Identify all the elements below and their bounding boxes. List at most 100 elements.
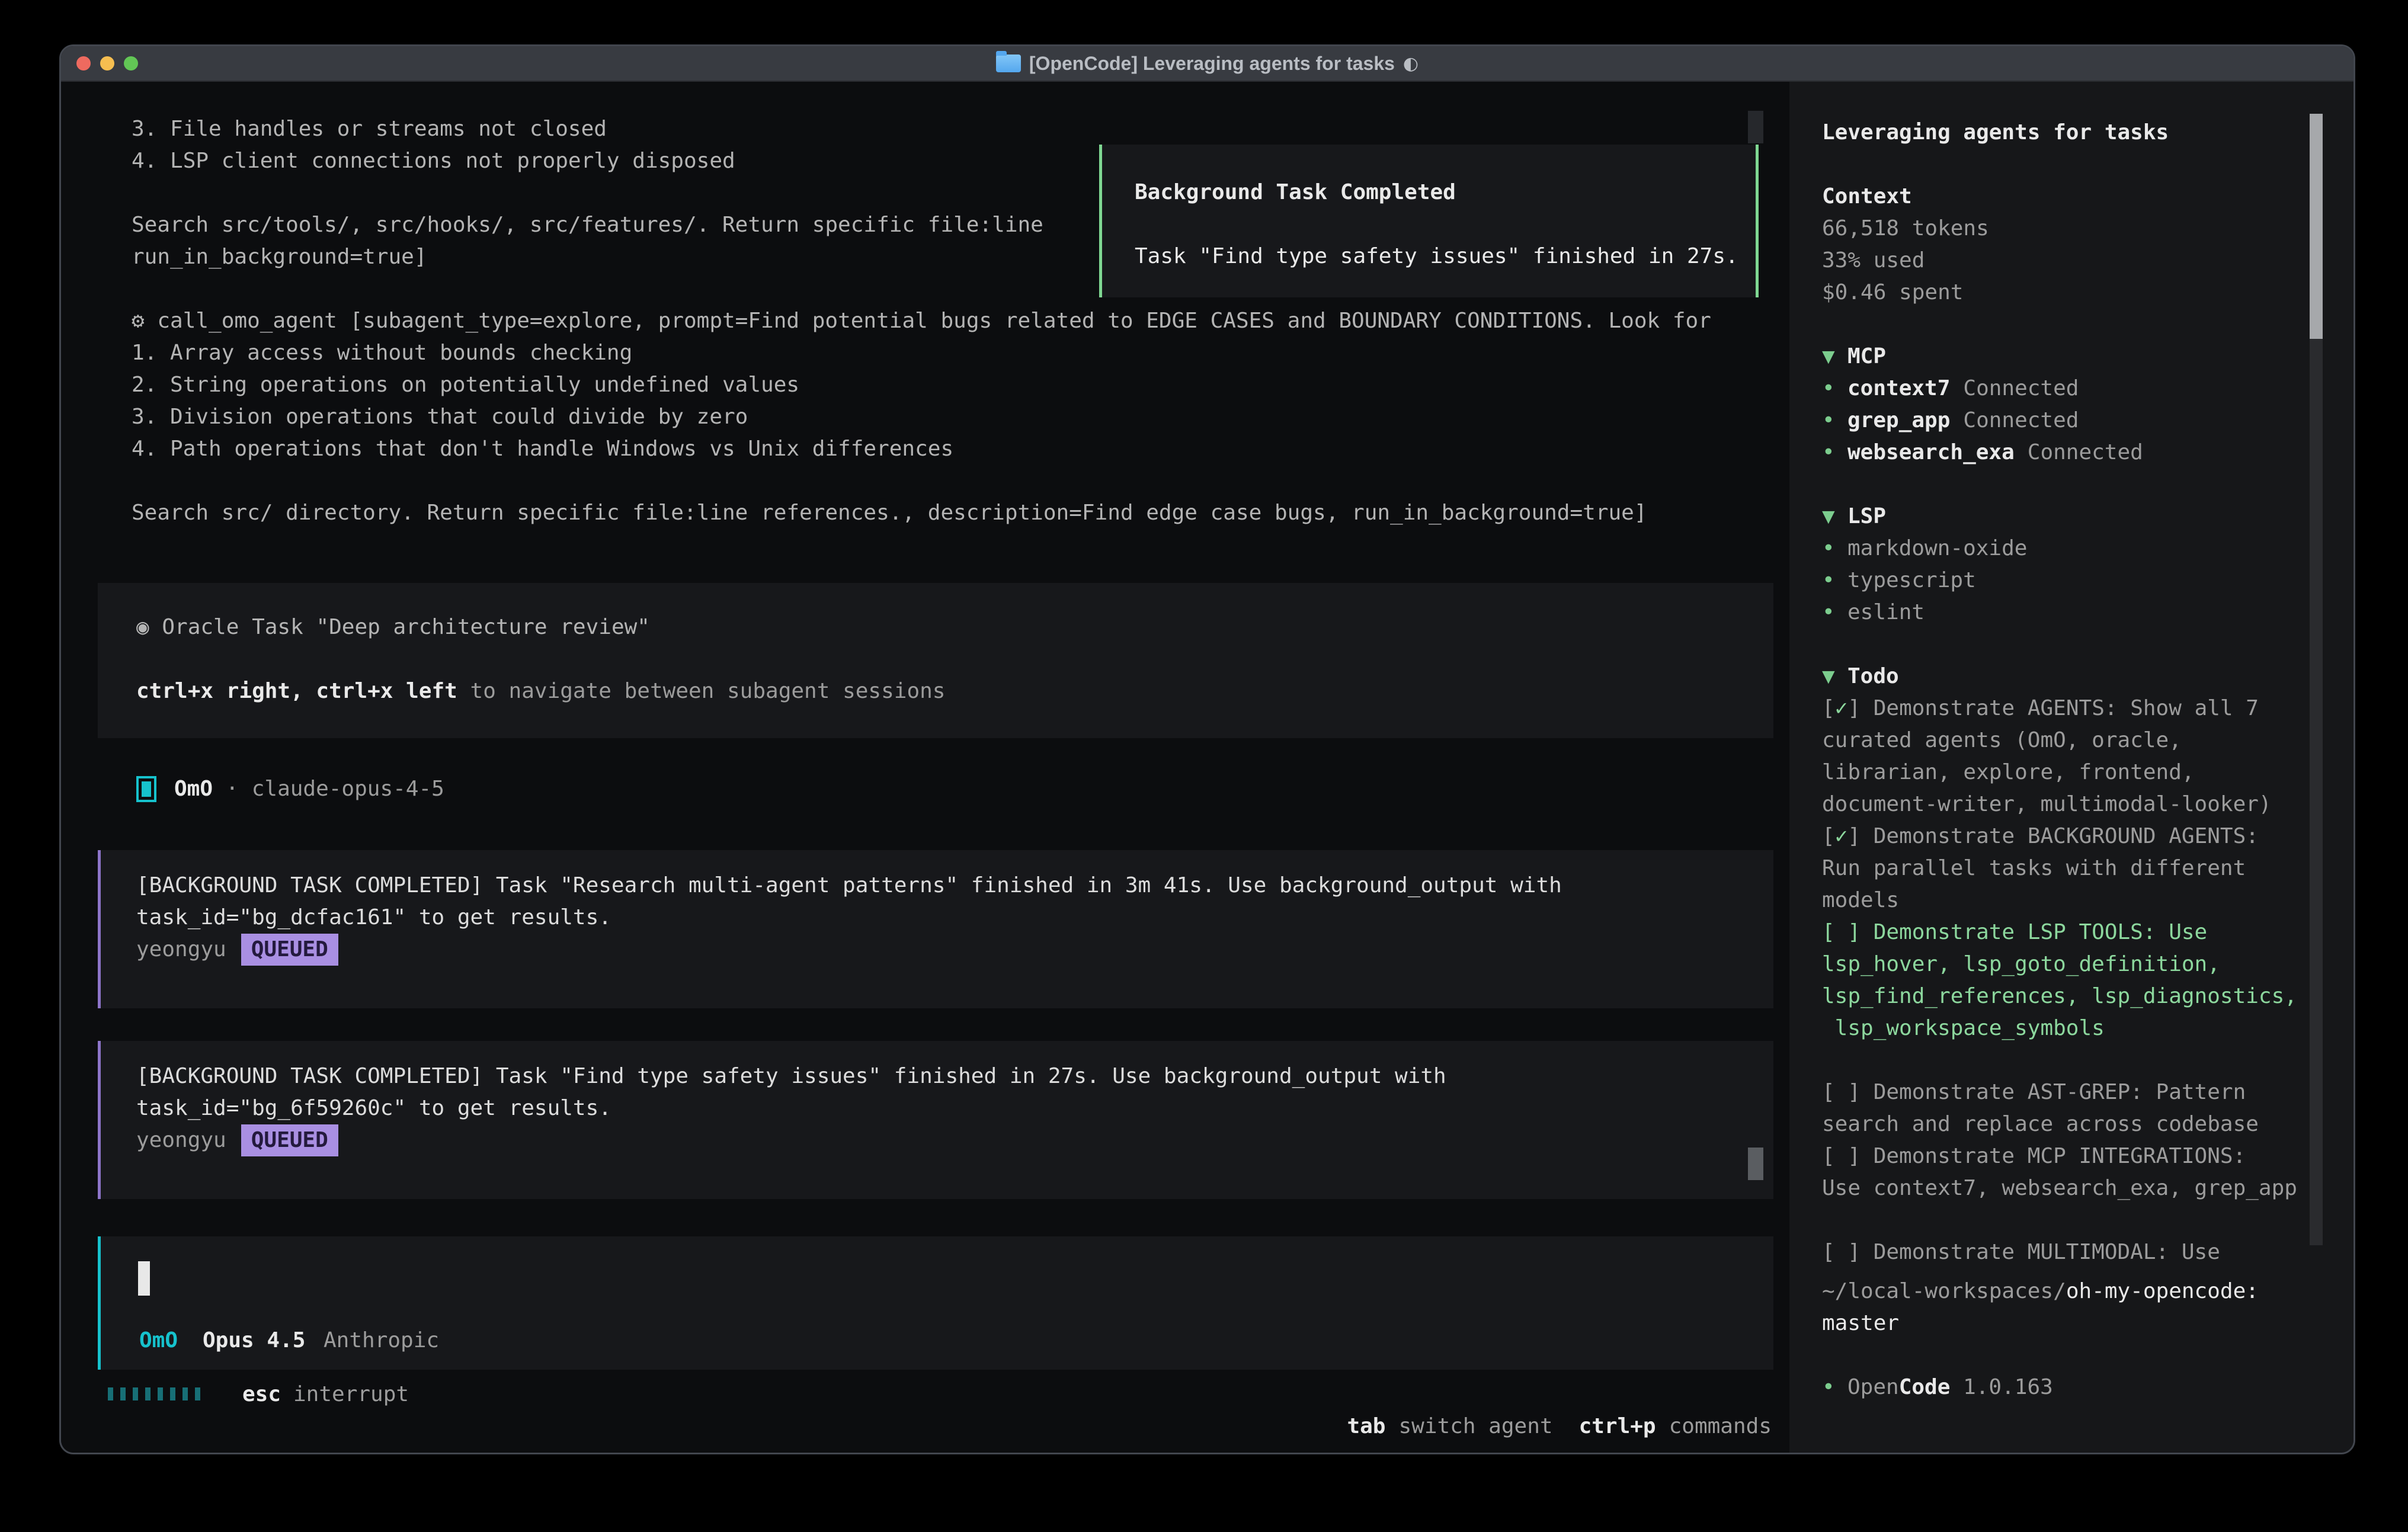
task-result-card: [BACKGROUND TASK COMPLETED] Task "Find t… xyxy=(98,1041,1773,1199)
sidebar-scrollbar-thumb[interactable] xyxy=(2310,114,2323,339)
agent-model: claude-opus-4-5 xyxy=(252,773,444,805)
scrollbar-thumb[interactable] xyxy=(1748,111,1763,143)
bullet-icon: • xyxy=(1822,597,1847,629)
esc-key-hint: esc xyxy=(242,1379,281,1411)
radio-icon: ◉ xyxy=(136,615,149,639)
version-line: •OpenCode 1.0.163 xyxy=(1822,1371,2053,1403)
agent-session-header[interactable]: OmO · claude-opus-4-5 xyxy=(136,773,444,805)
mcp-item: •context7Connected xyxy=(1822,373,2079,405)
app-window: [OpenCode] Leveraging agents for tasks ◐… xyxy=(59,44,2355,1454)
scrollbar-thumb[interactable] xyxy=(1748,1148,1763,1180)
todo-line: [ ] Demonstrate MULTIMODAL: Use xyxy=(1822,1236,2220,1268)
context-heading: Context xyxy=(1822,181,1912,213)
status-badge: QUEUED xyxy=(241,934,338,966)
close-window-button[interactable] xyxy=(76,56,91,70)
todo-line: [ ] Demonstrate AST-GREP: Pattern xyxy=(1822,1076,2246,1108)
terminal-line xyxy=(132,465,1711,497)
task-line: [BACKGROUND TASK COMPLETED] Task "Find t… xyxy=(136,1060,1773,1092)
todo-line: librarian, explore, frontend, xyxy=(1822,757,2195,789)
text-cursor xyxy=(138,1261,150,1296)
task-user: yeongyu xyxy=(136,1128,226,1152)
lsp-item: •typescript xyxy=(1822,565,1976,597)
context-used: 33% used xyxy=(1822,245,1925,277)
check-icon: ✓ xyxy=(1835,824,1848,848)
traffic-lights xyxy=(76,46,138,81)
notification-title: Background Task Completed xyxy=(1135,177,1756,209)
terminal-line: 3. Division operations that could divide… xyxy=(132,401,1711,433)
bullet-icon: • xyxy=(1822,405,1847,437)
todo-section-header[interactable]: ▼Todo xyxy=(1822,661,1899,693)
todo-line: models xyxy=(1822,884,1899,916)
notification-body: Task "Find type safety issues" finished … xyxy=(1135,241,1756,273)
bullet-icon: • xyxy=(1822,373,1847,405)
oracle-task-card: ◉ Oracle Task "Deep architecture review"… xyxy=(98,583,1773,738)
ctrlp-key-hint: ctrl+p xyxy=(1579,1414,1656,1438)
input-agent-label: OmO xyxy=(139,1325,178,1357)
terminal-line: ⚙ call_omo_agent [subagent_type=explore,… xyxy=(132,305,1711,337)
sidebar-pane: Leveraging agents for tasks Context 66,5… xyxy=(1789,82,2353,1453)
terminal-main-pane: 3. File handles or streams not closed 4.… xyxy=(61,82,1789,1453)
sidebar-scrollbar-track[interactable] xyxy=(2310,339,2323,1245)
ctrlp-key-label: commands xyxy=(1669,1414,1772,1438)
window-titlebar[interactable]: [OpenCode] Leveraging agents for tasks ◐ xyxy=(61,46,2353,82)
tab-key-hint: tab xyxy=(1347,1414,1385,1438)
check-icon: ✓ xyxy=(1835,696,1848,720)
chevron-down-icon: ▼ xyxy=(1822,341,1847,373)
task-line: task_id="bg_6f59260c" to get results. xyxy=(136,1092,1773,1124)
chevron-down-icon: ▼ xyxy=(1822,661,1847,693)
lsp-section-header[interactable]: ▼LSP xyxy=(1822,501,1886,533)
session-title: Leveraging agents for tasks xyxy=(1822,117,2169,149)
task-line: [BACKGROUND TASK COMPLETED] Task "Resear… xyxy=(136,870,1773,902)
terminal-line: 2. String operations on potentially unde… xyxy=(132,369,1711,401)
task-user: yeongyu xyxy=(136,937,226,961)
todo-line-active: lsp_find_references, lsp_diagnostics, xyxy=(1822,980,2297,1012)
bullet-icon: • xyxy=(1822,565,1847,597)
bullet-icon: • xyxy=(1822,533,1847,565)
bullet-icon: • xyxy=(1822,1371,1847,1403)
todo-line: search and replace across codebase xyxy=(1822,1108,2259,1140)
bullet-icon: • xyxy=(1822,437,1847,469)
chevron-down-icon: ▼ xyxy=(1822,501,1847,533)
context-spent: $0.46 spent xyxy=(1822,277,1963,309)
mcp-section-header[interactable]: ▼MCP xyxy=(1822,341,1886,373)
task-result-card: [BACKGROUND TASK COMPLETED] Task "Resear… xyxy=(98,850,1773,1008)
half-circle-icon: ◐ xyxy=(1403,53,1418,74)
todo-line: [✓] Demonstrate AGENTS: Show all 7 xyxy=(1822,693,2259,725)
agent-checkbox-icon xyxy=(136,776,156,802)
window-title: [OpenCode] Leveraging agents for tasks xyxy=(1029,53,1395,75)
terminal-line: 1. Array access without bounds checking xyxy=(132,337,1711,369)
todo-line: document-writer, multimodal-looker) xyxy=(1822,789,2272,821)
separator-dot: · xyxy=(226,773,239,805)
input-provider-label: Anthropic xyxy=(324,1325,439,1357)
lsp-item: •eslint xyxy=(1822,597,1925,629)
prompt-input[interactable]: OmO Opus 4.5 Anthropic xyxy=(98,1236,1773,1370)
todo-line: [✓] Demonstrate BACKGROUND AGENTS: xyxy=(1822,821,2259,852)
terminal-line: Search src/ directory. Return specific f… xyxy=(132,497,1711,529)
status-badge: QUEUED xyxy=(241,1124,338,1156)
background-task-notification: Background Task Completed Task "Find typ… xyxy=(1099,145,1759,297)
todo-line-active: lsp_workspace_symbols xyxy=(1822,1012,2105,1044)
lsp-item: •markdown-oxide xyxy=(1822,533,2027,565)
tab-key-label: switch agent xyxy=(1398,1414,1552,1438)
todo-line: curated agents (OmO, oracle, xyxy=(1822,725,2182,757)
context-tokens: 66,518 tokens xyxy=(1822,213,1989,245)
oracle-task-title: Oracle Task "Deep architecture review" xyxy=(149,615,650,639)
todo-line-active: [ ] Demonstrate LSP TOOLS: Use xyxy=(1822,916,2207,948)
mcp-item: •grep_appConnected xyxy=(1822,405,2079,437)
tool-call-text: call_omo_agent [subagent_type=explore, p… xyxy=(145,309,1711,333)
status-bar: esc interrupt tabswitch agentctrl+pcomma… xyxy=(61,1379,1789,1411)
zoom-window-button[interactable] xyxy=(124,56,138,70)
terminal-line: 3. File handles or streams not closed xyxy=(132,113,1711,145)
minimize-window-button[interactable] xyxy=(100,56,114,70)
task-line: task_id="bg_dcfac161" to get results. xyxy=(136,902,1773,934)
input-model-label[interactable]: Opus 4.5 xyxy=(203,1325,305,1357)
todo-line: [ ] Demonstrate MCP INTEGRATIONS: xyxy=(1822,1140,2246,1172)
agent-name: OmO xyxy=(174,773,213,805)
todo-line: Run parallel tasks with different xyxy=(1822,852,2246,884)
todo-line-active: lsp_hover, lsp_goto_definition, xyxy=(1822,948,2220,980)
workspace-branch: master xyxy=(1822,1307,1899,1339)
todo-line: Use context7, websearch_exa, grep_app xyxy=(1822,1172,2297,1204)
shortcut-hint: to navigate between subagent sessions xyxy=(457,679,946,703)
esc-key-label: interrupt xyxy=(293,1379,409,1411)
folder-icon xyxy=(996,55,1021,72)
